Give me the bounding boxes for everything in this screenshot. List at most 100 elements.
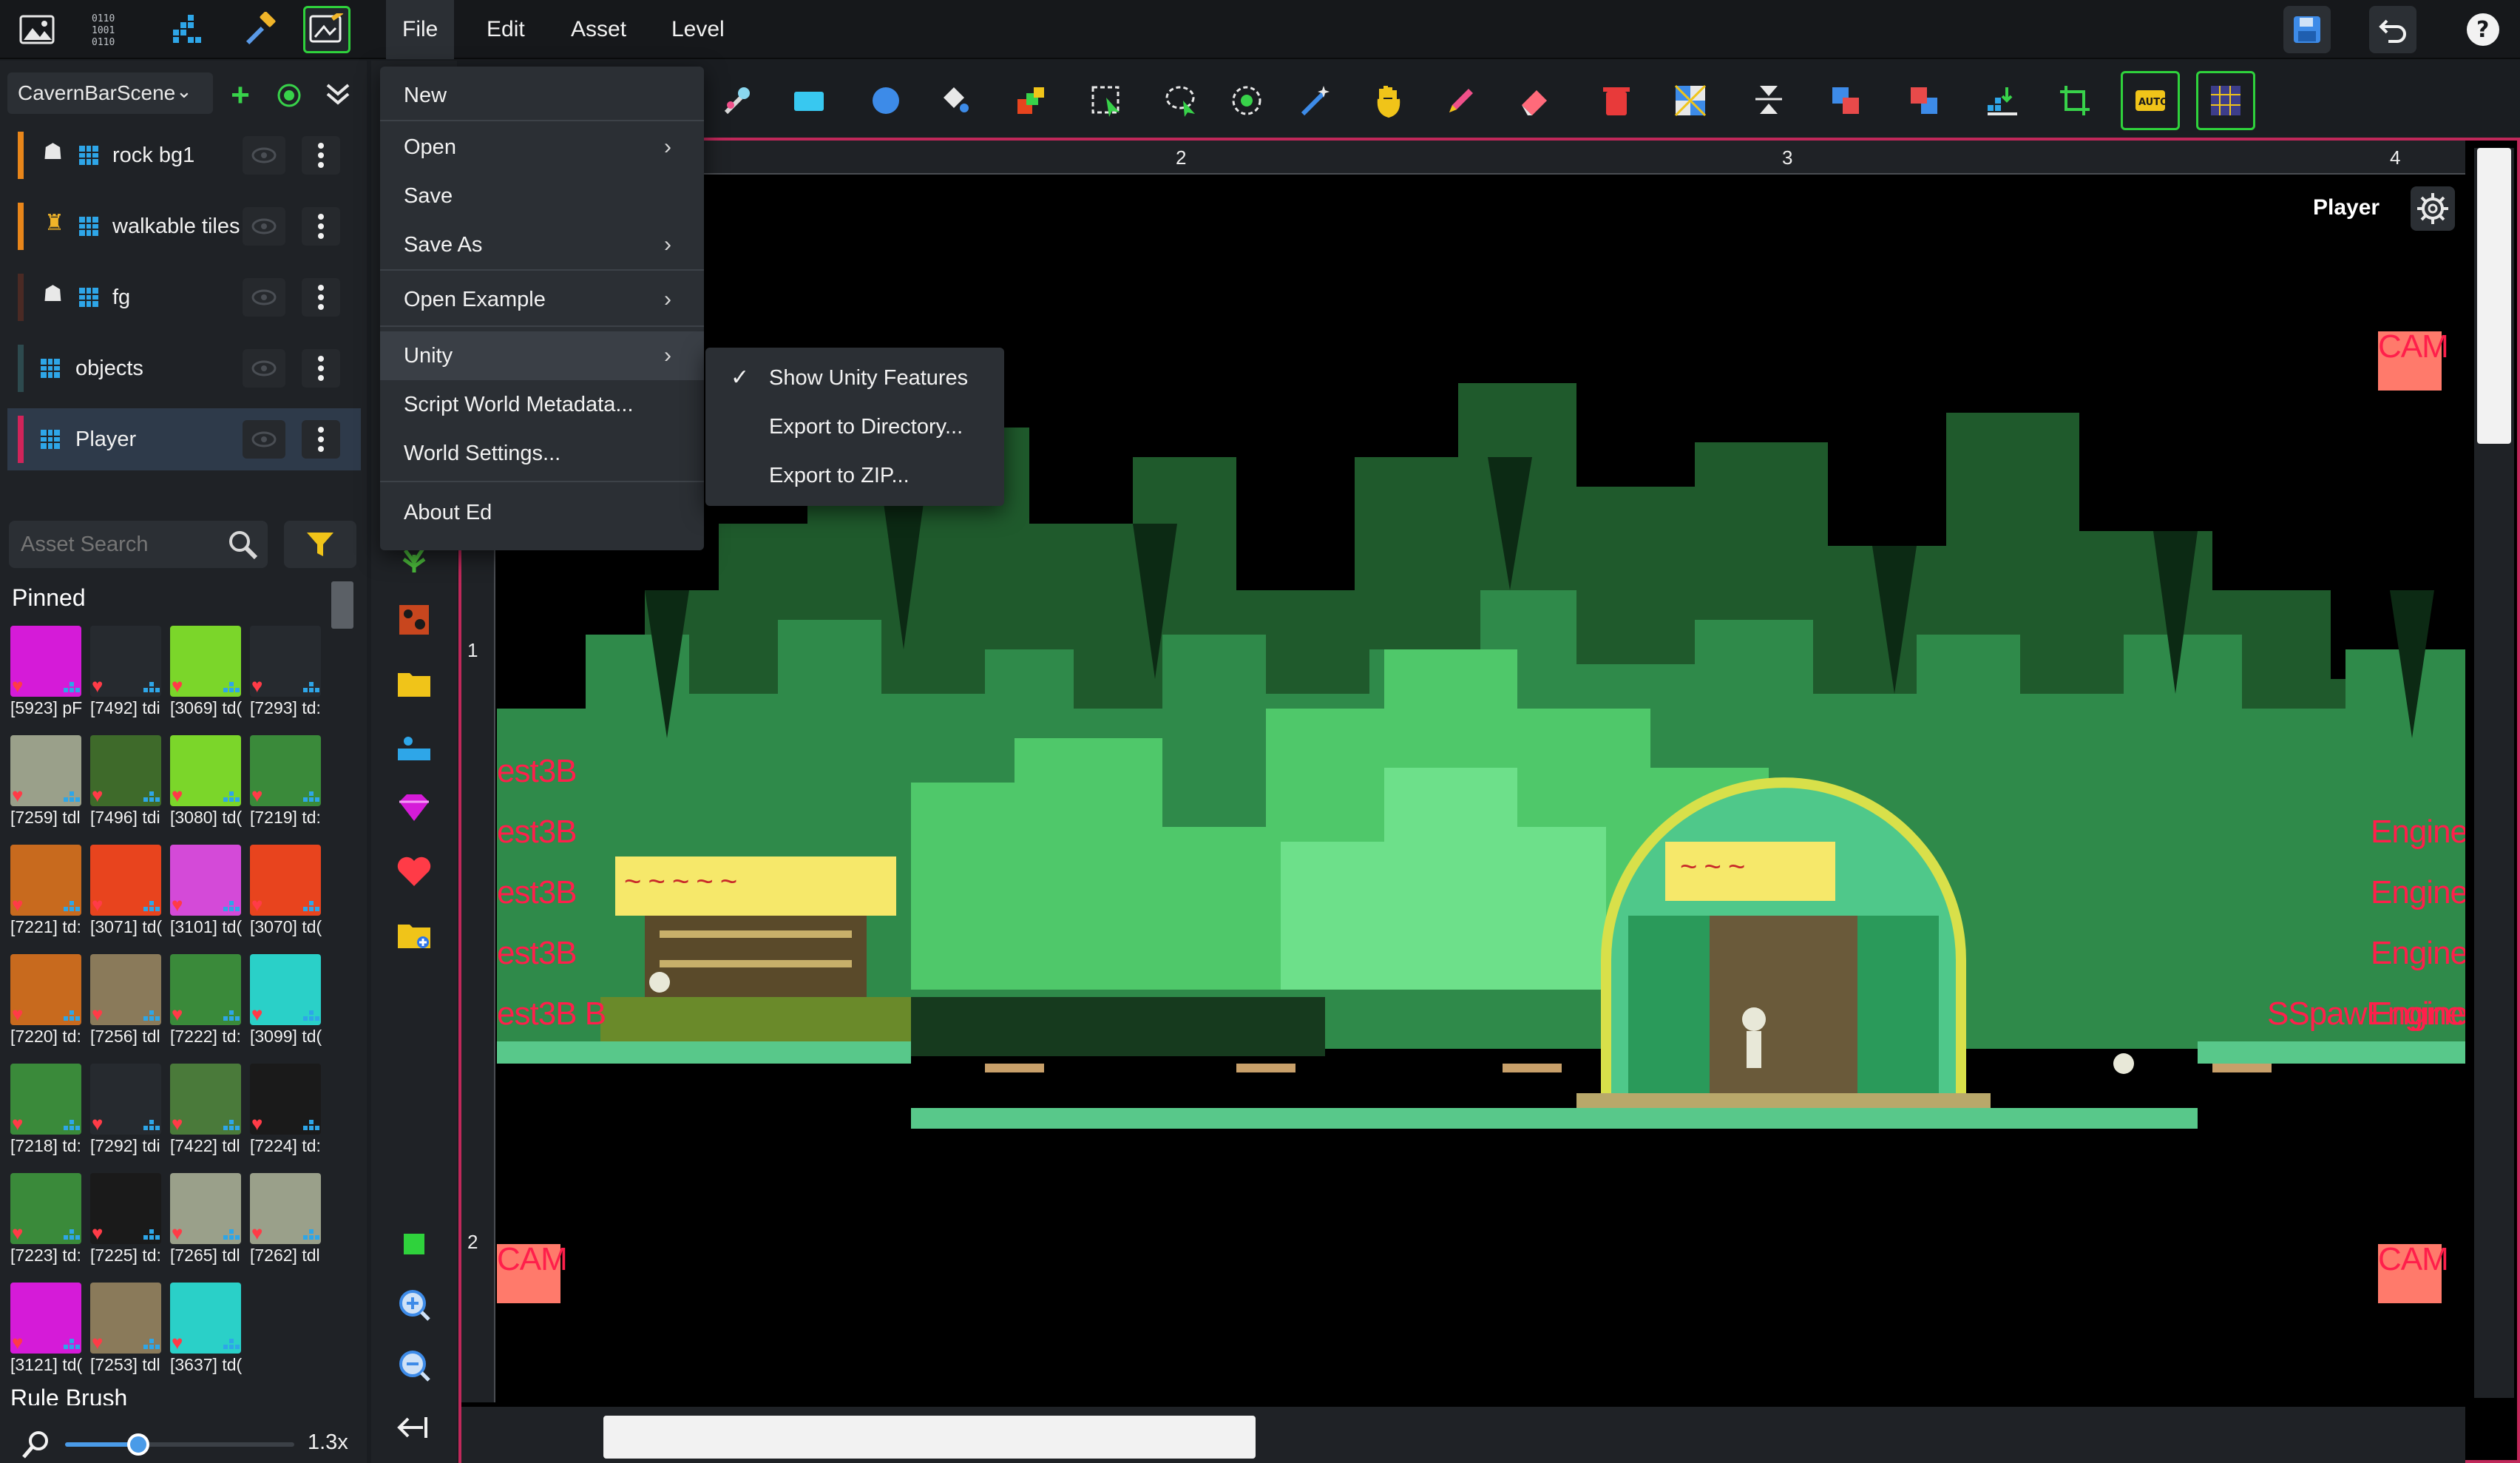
circle-icon[interactable] <box>856 71 915 130</box>
search-icon[interactable] <box>226 528 260 562</box>
checker-icon[interactable] <box>1661 71 1720 130</box>
asset-tile[interactable]: ♥ [7219] td: <box>247 734 325 843</box>
menu-level[interactable]: Level <box>655 0 741 59</box>
asset-tile[interactable]: ♥ [7224] td: <box>247 1062 325 1172</box>
heart-icon[interactable]: ♥ <box>92 1222 103 1245</box>
heart-icon[interactable]: ♥ <box>172 784 183 807</box>
asset-tile[interactable]: ♥ [7223] td: <box>7 1172 86 1281</box>
gear-icon[interactable] <box>2411 186 2455 231</box>
asset-tile[interactable]: ♥ [3099] td( <box>247 953 325 1062</box>
magic-wand-icon[interactable] <box>1285 71 1344 130</box>
eye-icon[interactable] <box>243 349 285 388</box>
menu-file[interactable]: File <box>386 0 455 59</box>
asset-scrollbar[interactable] <box>331 581 353 629</box>
menu-item-new[interactable]: New <box>380 71 704 120</box>
hand-icon[interactable] <box>1359 71 1418 130</box>
layer-row[interactable]: objects <box>7 337 361 399</box>
asset-tile[interactable]: ♥ [3070] td( <box>247 843 325 953</box>
heart-icon[interactable]: ♥ <box>12 893 23 916</box>
add-layer-icon[interactable]: + <box>222 77 259 114</box>
asset-tile[interactable]: ♥ [3071] td( <box>87 843 166 953</box>
heart-icon[interactable]: ♥ <box>12 784 23 807</box>
menu-item-export-to-directory[interactable]: Export to Directory... <box>705 402 1004 451</box>
flip-vertical-icon[interactable] <box>1739 71 1798 130</box>
save-icon[interactable] <box>2283 6 2331 53</box>
image-icon[interactable] <box>13 6 61 53</box>
heart-icon[interactable]: ♥ <box>12 1003 23 1026</box>
help-icon[interactable]: ? <box>2459 6 2507 53</box>
tiles-brush-icon[interactable] <box>390 596 438 643</box>
asset-tile[interactable]: ♥ [7253] tdl <box>87 1281 166 1391</box>
zoom-slider-thumb[interactable] <box>127 1433 150 1456</box>
heart-icon[interactable]: ♥ <box>251 784 262 807</box>
asset-tile[interactable]: ♥ [3101] td( <box>167 843 245 953</box>
tile-map-icon[interactable] <box>1973 71 2032 130</box>
menu-item-unity[interactable]: Unity › <box>380 331 704 380</box>
folder-icon[interactable] <box>390 660 438 707</box>
asset-tile[interactable]: ♥ [3121] td( <box>7 1281 86 1391</box>
menu-item-about-ed[interactable]: About Ed <box>380 488 704 537</box>
menu-item-export-to-zip[interactable]: Export to ZIP... <box>705 451 1004 500</box>
asset-tile[interactable]: ♥ [3069] td( <box>167 624 245 734</box>
layer-row[interactable]: Player <box>7 408 361 470</box>
heart-icon[interactable]: ♥ <box>251 893 262 916</box>
rectangle-icon[interactable] <box>779 71 839 130</box>
select-rect-icon[interactable] <box>1077 71 1136 130</box>
menu-item-open[interactable]: Open › <box>380 123 704 172</box>
scene-editor-icon[interactable] <box>303 6 350 53</box>
asset-tile[interactable]: ♥ [7220] td: <box>7 953 86 1062</box>
more-options-icon[interactable] <box>302 420 340 459</box>
heart-icon[interactable]: ♥ <box>251 1112 262 1135</box>
heart-icon[interactable]: ♥ <box>12 1222 23 1245</box>
collapse-icon[interactable] <box>318 74 358 114</box>
heart-icon[interactable] <box>390 848 438 895</box>
more-options-icon[interactable] <box>302 349 340 388</box>
asset-tile[interactable]: ♥ [7218] td: <box>7 1062 86 1172</box>
asset-tile[interactable]: ♥ [3637] td( <box>167 1281 245 1391</box>
gem-icon[interactable] <box>390 784 438 831</box>
menu-item-save[interactable]: Save <box>380 172 704 220</box>
layers-up-icon[interactable] <box>1816 71 1875 130</box>
eye-icon[interactable] <box>243 278 285 317</box>
add-folder-icon[interactable] <box>390 911 438 959</box>
tiles-icon[interactable] <box>164 6 211 53</box>
pencil-icon[interactable] <box>1432 71 1491 130</box>
asset-tile[interactable]: ♥ [7293] td: <box>247 624 325 734</box>
asset-tile[interactable]: ♥ [7222] td: <box>167 953 245 1062</box>
menu-item-show-unity-features[interactable]: ✓ Show Unity Features <box>705 354 1004 402</box>
asset-tile[interactable]: ♥ [3080] td( <box>167 734 245 843</box>
heart-icon[interactable]: ♥ <box>251 1222 262 1245</box>
auto-icon[interactable]: AUTO <box>2121 71 2180 130</box>
level-canvas[interactable]: 2 3 4 1 2 ~ ~ ~ ~ ~ ~ ~ ~ est3B est3B es… <box>458 138 2520 1463</box>
asset-tile[interactable]: ♥ [7256] tdl <box>87 953 166 1062</box>
select-circle-icon[interactable] <box>1217 71 1276 130</box>
zoom-in-icon[interactable] <box>390 1281 438 1328</box>
eraser-icon[interactable] <box>1505 71 1565 130</box>
heart-icon[interactable]: ♥ <box>172 893 183 916</box>
vertical-scroll-thumb[interactable] <box>2477 148 2511 444</box>
asset-tile[interactable]: ♥ [7225] td: <box>87 1172 166 1281</box>
heart-icon[interactable]: ♥ <box>92 1331 103 1354</box>
hammer-icon[interactable] <box>240 6 287 53</box>
trash-icon[interactable] <box>1587 71 1646 130</box>
stamp-icon[interactable] <box>1001 71 1060 130</box>
heart-icon[interactable]: ♥ <box>251 675 262 697</box>
eye-icon[interactable] <box>243 420 285 459</box>
undo-icon[interactable] <box>2369 6 2416 53</box>
layer-row[interactable]: ☗ fg <box>7 266 361 328</box>
heart-icon[interactable]: ♥ <box>92 1003 103 1026</box>
lasso-icon[interactable] <box>1151 71 1210 130</box>
water-icon[interactable] <box>390 723 438 771</box>
heart-icon[interactable]: ♥ <box>172 1331 183 1354</box>
vertical-scrollbar[interactable] <box>2474 148 2514 1398</box>
heart-icon[interactable]: ♥ <box>92 675 103 697</box>
heart-icon[interactable]: ♥ <box>172 675 183 697</box>
layers-down-icon[interactable] <box>1894 71 1954 130</box>
more-options-icon[interactable] <box>302 207 340 246</box>
layer-row[interactable]: ♜ walkable tiles <box>7 195 361 257</box>
zoom-out-icon[interactable] <box>390 1342 438 1389</box>
heart-icon[interactable]: ♥ <box>172 1112 183 1135</box>
asset-tile[interactable]: ♥ [7496] tdi <box>87 734 166 843</box>
asset-tile[interactable]: ♥ [7259] tdl <box>7 734 86 843</box>
heart-icon[interactable]: ♥ <box>12 675 23 697</box>
